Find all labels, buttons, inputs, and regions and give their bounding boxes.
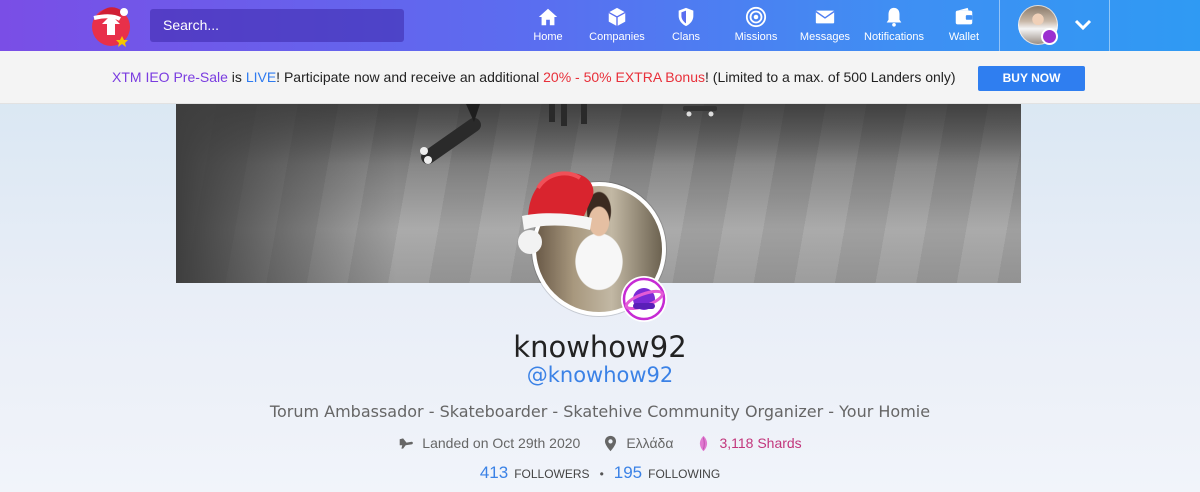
followers-label: FOLLOWERS (514, 467, 590, 481)
crystal-shard-icon (700, 435, 708, 451)
nav-wallet[interactable]: Wallet (944, 0, 984, 51)
nav-missions-label: Missions (734, 31, 778, 43)
nav-home[interactable]: Home (527, 0, 569, 51)
nav-divider (1109, 0, 1110, 51)
santa-hat-icon (518, 171, 594, 254)
home-icon (538, 8, 558, 26)
envelope-icon (815, 10, 835, 24)
promo-live: LIVE (245, 69, 277, 85)
follow-stats: 413 FOLLOWERS • 195 FOLLOWING (0, 463, 1200, 483)
followers-link[interactable]: 413 FOLLOWERS (480, 463, 590, 483)
skateboard-image (683, 106, 717, 117)
nav-notifications-label: Notifications (864, 31, 924, 43)
nav-home-label: Home (533, 31, 563, 43)
top-navbar: Search... Home Companies Clans Missions … (0, 0, 1200, 51)
nav-clans[interactable]: Clans (666, 0, 706, 51)
plane-landing-icon (399, 437, 414, 449)
bell-icon (886, 7, 902, 27)
nav-messages[interactable]: Messages (798, 0, 852, 51)
shards-text: 3,118 Shards (719, 435, 802, 451)
promo-text: XTM IEO Pre-Sale is LIVE! Participate no… (112, 69, 956, 85)
promo-text-part: is (227, 69, 246, 85)
nav-missions[interactable]: Missions (731, 0, 781, 51)
promo-text-part: ! (Limited to a max. of 500 Landers only… (705, 69, 956, 85)
location-text: Ελλάδα (626, 435, 674, 451)
location: Ελλάδα (602, 435, 673, 452)
cube-icon (608, 7, 626, 27)
buy-now-button[interactable]: BUY NOW (978, 66, 1085, 91)
search-input[interactable]: Search... (150, 9, 404, 42)
people-figures-image (549, 104, 587, 126)
nav-companies[interactable]: Companies (587, 0, 647, 51)
skateboard-image (420, 104, 481, 165)
shards[interactable]: 3,118 Shards (695, 435, 802, 452)
planet-badge-icon (621, 276, 667, 322)
profile-username: knowhow92 (513, 330, 687, 364)
avatar-badge-icon (1041, 28, 1058, 45)
landed-date: Landed on Oct 29th 2020 (398, 435, 580, 452)
separator-dot: • (599, 467, 604, 481)
promo-presale[interactable]: XTM IEO Pre-Sale (112, 69, 228, 85)
following-link[interactable]: 195 FOLLOWING (614, 463, 720, 483)
promo-bonus: 20% - 50% EXTRA Bonus (543, 69, 705, 85)
profile-handle[interactable]: @knowhow92 (0, 363, 1200, 387)
followers-count: 413 (479, 463, 509, 482)
profile-bio: Torum Ambassador - Skateboarder - Skateh… (269, 402, 931, 421)
nav-companies-label: Companies (589, 31, 645, 43)
nav-notifications[interactable]: Notifications (862, 0, 926, 51)
map-pin-icon (605, 435, 617, 451)
torum-logo-icon[interactable] (88, 2, 134, 48)
chevron-down-icon[interactable] (1073, 15, 1093, 35)
nav-wallet-label: Wallet (948, 31, 980, 43)
promo-text-part: ! Participate now and receive an additio… (276, 69, 544, 85)
nav-clans-label: Clans (671, 31, 701, 43)
shield-icon (678, 7, 694, 27)
nav-messages-label: Messages (799, 31, 851, 43)
profile-meta: Landed on Oct 29th 2020 Ελλάδα 3,118 Sha… (0, 434, 1200, 452)
nav-divider (999, 0, 1000, 51)
following-count: 195 (613, 463, 643, 482)
wallet-icon (955, 7, 973, 25)
target-icon (745, 6, 767, 28)
following-label: FOLLOWING (648, 467, 721, 481)
landed-date-text: Landed on Oct 29th 2020 (422, 435, 581, 451)
